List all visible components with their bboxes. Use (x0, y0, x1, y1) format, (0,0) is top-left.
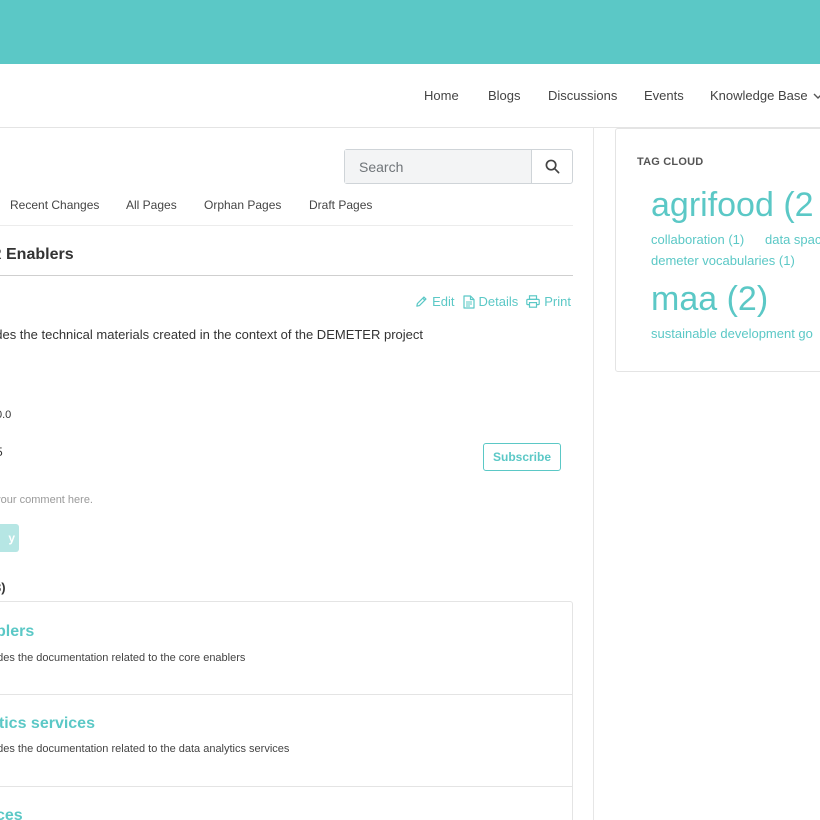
list-item: blers udes the documentation related to … (0, 602, 572, 695)
nav-blogs[interactable]: Blogs (488, 88, 521, 103)
nav-events[interactable]: Events (644, 88, 684, 103)
print-button[interactable]: Print (526, 294, 571, 309)
search-box (344, 149, 573, 184)
tag-cloud-panel: TAG CLOUD agrifood (2 collaboration (1) … (615, 128, 820, 372)
comments-count: 5 (0, 445, 3, 459)
search-icon (545, 159, 559, 174)
child-page-link[interactable]: ces (0, 807, 23, 820)
page-title: R Enablers (0, 246, 74, 263)
title-divider (0, 275, 573, 276)
subscribe-button[interactable]: Subscribe (483, 443, 561, 471)
main-navbar: Home Blogs Discussions Events Knowledge … (0, 64, 820, 128)
wiki-tabs: Recent Changes All Pages Orphan Pages Dr… (0, 198, 573, 226)
edit-label: Edit (432, 294, 455, 309)
tag-sustainable-development-goals[interactable]: sustainable development go (651, 326, 813, 341)
tab-all-pages[interactable]: All Pages (126, 198, 177, 212)
nav-discussions[interactable]: Discussions (548, 88, 617, 103)
edit-button[interactable]: Edit (415, 294, 455, 309)
print-label: Print (544, 294, 571, 309)
tag-demeter-vocabularies[interactable]: demeter vocabularies (1) (651, 253, 795, 268)
nav-knowledge-base[interactable]: Knowledge Base (710, 88, 808, 103)
search-button[interactable] (532, 150, 572, 183)
page-description: udes the technical materials created in … (0, 327, 423, 342)
details-label: Details (478, 294, 519, 309)
top-banner (0, 0, 820, 64)
comment-input[interactable]: e your comment here. (0, 494, 93, 506)
tab-orphan-pages[interactable]: Orphan Pages (204, 198, 281, 212)
document-icon (462, 294, 475, 309)
printer-icon (526, 295, 541, 308)
chevron-down-icon[interactable] (812, 90, 820, 102)
tag-collaboration[interactable]: collaboration (1) (651, 232, 744, 247)
page-actions: Edit Details Print (415, 294, 571, 309)
child-page-description: udes the documentation related to the co… (0, 652, 246, 664)
nav-home[interactable]: Home (424, 88, 459, 103)
tag-data-spaces[interactable]: data spac (765, 232, 820, 247)
child-page-link[interactable]: ytics services (0, 715, 95, 733)
tag-maa[interactable]: maa (2) (651, 280, 768, 319)
tag-agrifood[interactable]: agrifood (2 (651, 186, 814, 225)
page-version: 0.0 (0, 409, 12, 421)
child-page-description: udes the documentation related to the da… (0, 743, 290, 755)
tab-recent-changes[interactable]: Recent Changes (10, 198, 99, 212)
tab-draft-pages[interactable]: Draft Pages (309, 198, 372, 212)
child-page-link[interactable]: blers (0, 623, 34, 641)
list-item: ytics services udes the documentation re… (0, 695, 572, 787)
pencil-icon (416, 296, 427, 307)
reply-button[interactable]: y (0, 524, 19, 552)
search-input[interactable] (345, 150, 532, 183)
child-pages-heading: 3) (0, 580, 6, 595)
main-content: Recent Changes All Pages Orphan Pages Dr… (0, 128, 594, 820)
child-pages-list: blers udes the documentation related to … (0, 601, 573, 820)
details-button[interactable]: Details (462, 294, 519, 309)
tag-cloud-title: TAG CLOUD (637, 156, 704, 168)
list-item: ces (0, 787, 572, 820)
